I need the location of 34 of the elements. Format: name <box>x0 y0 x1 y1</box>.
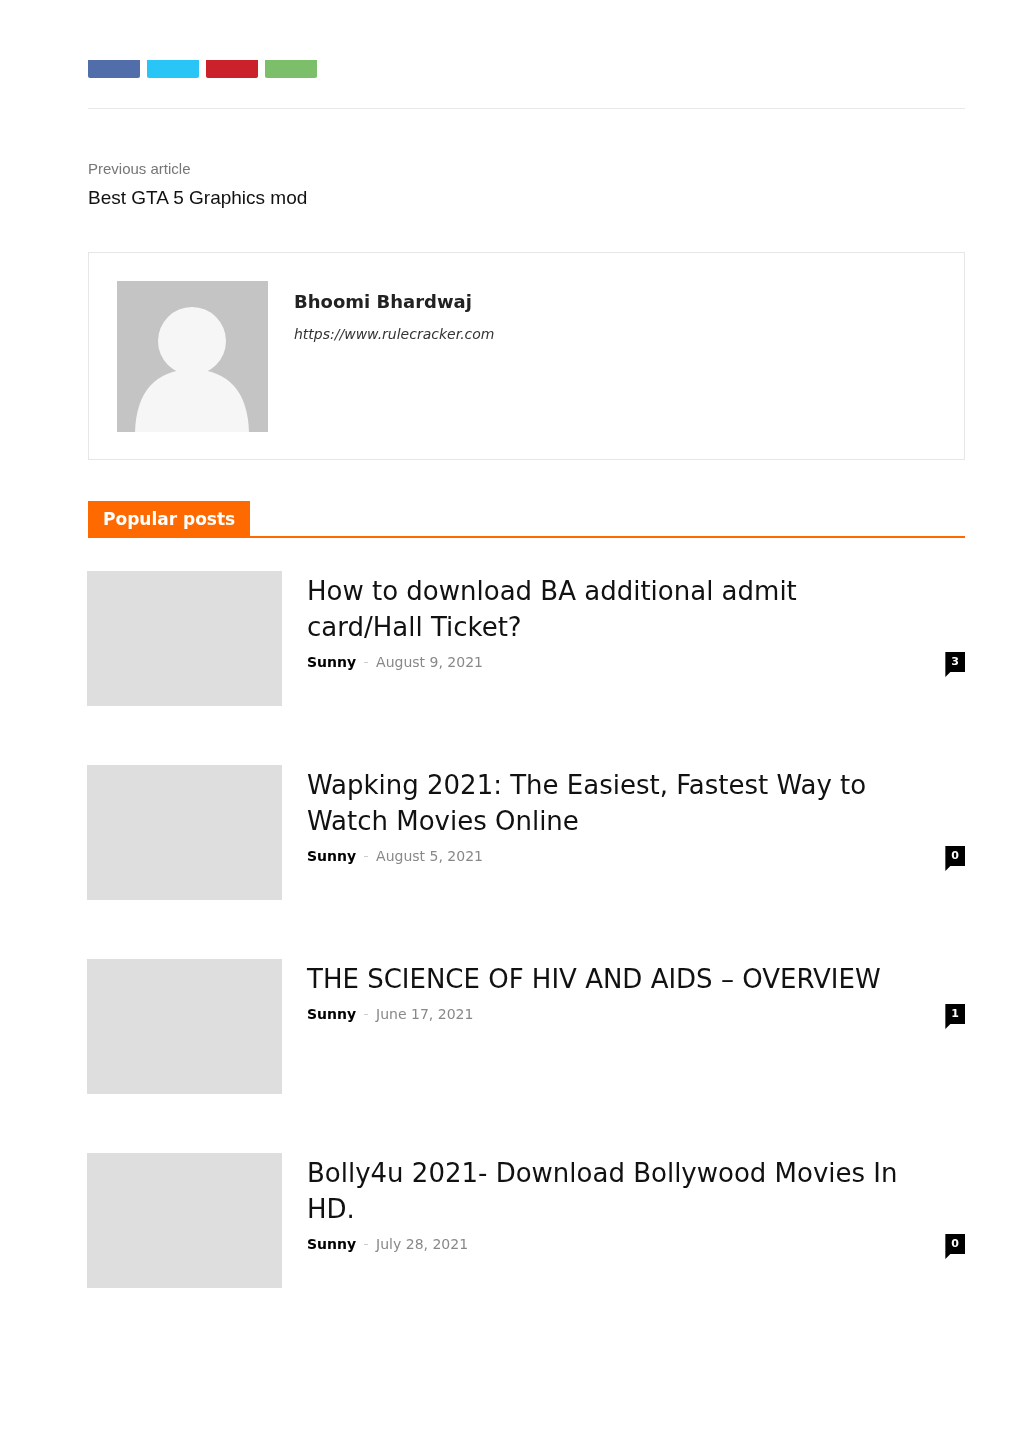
post-date: July 28, 2021 <box>376 1236 469 1252</box>
avatar-icon <box>117 281 268 432</box>
post-author[interactable]: Sunny <box>307 654 357 670</box>
post-date: August 5, 2021 <box>376 848 483 864</box>
meta-separator <box>364 1243 369 1245</box>
post-title-link[interactable]: How to download BA additional admit card/Hall Ticket? <box>307 573 914 645</box>
previous-article-link[interactable]: Best GTA 5 Graphics mod <box>88 187 308 209</box>
comment-count[interactable]: 1 <box>945 1004 965 1029</box>
post-author[interactable]: Sunny <box>307 1236 357 1252</box>
meta-separator <box>364 661 369 663</box>
meta-separator <box>364 1013 369 1015</box>
thumbnail-placeholder[interactable] <box>87 959 282 1094</box>
thumbnail-placeholder[interactable] <box>87 1153 282 1288</box>
share-button[interactable] <box>147 60 199 78</box>
post-title-link[interactable]: THE SCIENCE OF HIV AND AIDS – OVERVIEW <box>307 961 914 997</box>
post-author[interactable]: Sunny <box>307 1006 357 1022</box>
comment-count[interactable]: 0 <box>945 1234 965 1259</box>
share-button[interactable] <box>206 60 258 78</box>
post-date: August 9, 2021 <box>376 654 483 670</box>
share-button[interactable] <box>265 60 317 78</box>
thumbnail-placeholder[interactable] <box>87 571 282 706</box>
previous-article-label: Previous article <box>88 160 192 177</box>
thumbnail-placeholder[interactable] <box>87 765 282 900</box>
section-heading: Popular posts <box>88 501 251 536</box>
author-url-link[interactable]: https://www.rulecracker.com <box>294 326 495 342</box>
post-author[interactable]: Sunny <box>307 848 357 864</box>
meta-separator <box>364 855 369 857</box>
share-button[interactable] <box>88 60 140 78</box>
author-name[interactable]: Bhoomi Bhardwaj <box>294 291 495 312</box>
comment-count[interactable]: 3 <box>945 652 965 677</box>
post-title-link[interactable]: Bolly4u 2021- Download Bollywood Movies In HD. <box>307 1155 914 1227</box>
post-date: June 17, 2021 <box>376 1006 474 1022</box>
post-title-link[interactable]: Wapking 2021: The Easiest, Fastest Way to Watch Movies Online <box>307 767 914 839</box>
comment-count[interactable]: 0 <box>945 846 965 871</box>
